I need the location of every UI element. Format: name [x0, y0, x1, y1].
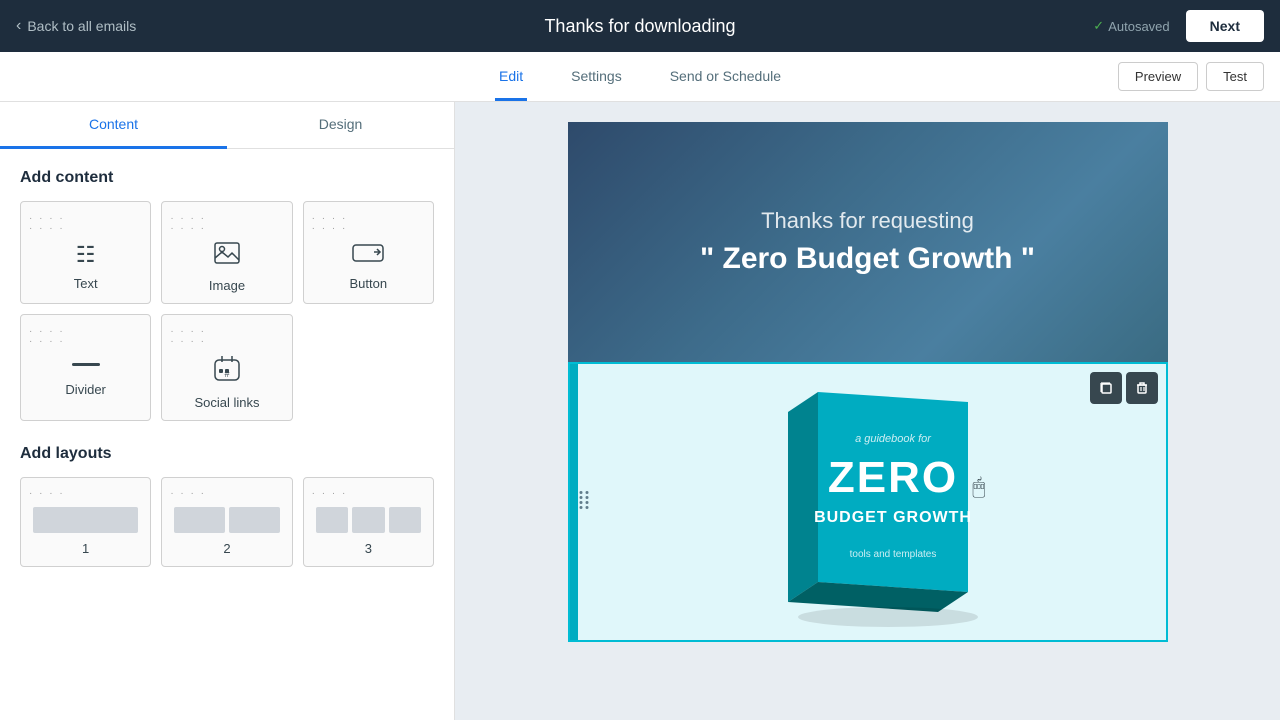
top-nav: ‹ Back to all emails Thanks for download…	[0, 0, 1280, 52]
layout-label-2: 2	[223, 541, 230, 556]
divider-icon	[72, 363, 100, 366]
panel-tabs: Content Design	[0, 102, 454, 149]
social-icon: #	[214, 355, 240, 387]
email-title: Thanks for downloading	[544, 16, 735, 37]
teal-bar	[570, 364, 578, 640]
text-icon: ☷	[76, 242, 96, 268]
book-illustration: a guidebook for ZERO BUDGET GROWTH tools…	[728, 372, 1008, 632]
svg-text:#: #	[224, 369, 229, 379]
panel-tab-content[interactable]: Content	[0, 102, 227, 149]
tab-settings[interactable]: Settings	[567, 54, 626, 101]
block-toolbar	[1090, 372, 1158, 404]
layout-label-3: 3	[365, 541, 372, 556]
col	[316, 507, 348, 533]
drag-dots: · · · ·· · · ·	[29, 214, 65, 234]
banner-block[interactable]: Thanks for requesting " Zero Budget Grow…	[568, 122, 1168, 362]
svg-text:BUDGET GROWTH: BUDGET GROWTH	[814, 509, 972, 526]
check-icon: ✓	[1093, 18, 1104, 34]
tab-bar: Edit Settings Send or Schedule Preview T…	[0, 52, 1280, 102]
main-layout: Content Design Add content · · · ·· · · …	[0, 102, 1280, 720]
add-layouts-title: Add layouts	[20, 445, 434, 463]
drag-dots: · · · ·· · · ·	[312, 214, 348, 234]
content-item-divider[interactable]: · · · ·· · · · Divider	[20, 314, 151, 421]
tab-edit[interactable]: Edit	[495, 54, 527, 101]
back-to-emails-link[interactable]: ‹ Back to all emails	[16, 17, 136, 35]
col	[174, 507, 225, 533]
layout-preview-2col	[170, 507, 283, 533]
layout-label-1: 1	[82, 541, 89, 556]
content-item-button[interactable]: · · · ·· · · · Button	[303, 201, 434, 304]
back-label: Back to all emails	[27, 18, 136, 34]
panel-tab-design[interactable]: Design	[227, 102, 454, 149]
drag-dots: · · · ·	[29, 488, 65, 499]
content-item-text[interactable]: · · · ·· · · · ☷ Text	[20, 201, 151, 304]
back-chevron-icon: ‹	[16, 17, 21, 35]
left-panel: Content Design Add content · · · ·· · · …	[0, 102, 455, 720]
text-label: Text	[74, 276, 98, 291]
test-button[interactable]: Test	[1206, 62, 1264, 91]
autosaved-indicator: ✓ Autosaved	[1093, 18, 1169, 34]
preview-button[interactable]: Preview	[1118, 62, 1198, 91]
col	[389, 507, 421, 533]
drag-dots: · · · ·	[312, 488, 348, 499]
duplicate-button[interactable]	[1090, 372, 1122, 404]
col	[33, 507, 138, 533]
svg-text:a guidebook for: a guidebook for	[855, 433, 932, 445]
layout-item-2col[interactable]: · · · · 2	[161, 477, 292, 567]
tab-actions: Preview Test	[1118, 62, 1264, 91]
book-block[interactable]: a guidebook for ZERO BUDGET GROWTH tools…	[568, 362, 1168, 642]
col	[352, 507, 384, 533]
canvas-area: Thanks for requesting " Zero Budget Grow…	[455, 102, 1280, 720]
drag-dots: · · · ·· · · ·	[170, 327, 206, 347]
content-item-social[interactable]: · · · ·· · · · # Social links	[161, 314, 292, 421]
layout-preview-1col	[29, 507, 142, 533]
next-button[interactable]: Next	[1186, 10, 1264, 42]
svg-text:tools and templates: tools and templates	[849, 549, 936, 560]
drag-handle-icon[interactable]	[578, 490, 590, 515]
top-right-actions: ✓ Autosaved Next	[1093, 10, 1264, 42]
layout-item-1col[interactable]: · · · · 1	[20, 477, 151, 567]
banner-title: " Zero Budget Growth "	[700, 242, 1035, 276]
image-icon	[214, 242, 240, 270]
col	[229, 507, 280, 533]
panel-body: Add content · · · ·· · · · ☷ Text · · · …	[0, 149, 454, 587]
drag-dots: · · · ·· · · ·	[170, 214, 206, 234]
drag-dots: · · · ·	[170, 488, 206, 499]
banner-subtitle: Thanks for requesting	[761, 208, 974, 234]
drag-dots: · · · ·· · · ·	[29, 327, 65, 347]
autosaved-label: Autosaved	[1108, 19, 1169, 34]
image-label: Image	[209, 278, 245, 293]
button-label: Button	[350, 276, 388, 291]
email-canvas: Thanks for requesting " Zero Budget Grow…	[568, 122, 1168, 642]
tab-send-schedule[interactable]: Send or Schedule	[666, 54, 785, 101]
social-label: Social links	[194, 395, 259, 410]
layout-preview-3col	[312, 507, 425, 533]
divider-label: Divider	[65, 382, 105, 397]
layout-item-3col[interactable]: · · · · 3	[303, 477, 434, 567]
main-tabs: Edit Settings Send or Schedule	[495, 54, 785, 100]
button-icon	[352, 242, 384, 268]
layouts-grid: · · · · 1 · · · · 2 ·	[20, 477, 434, 567]
content-item-image[interactable]: · · · ·· · · · Image	[161, 201, 292, 304]
content-items-grid: · · · ·· · · · ☷ Text · · · ·· · · · Im	[20, 201, 434, 421]
add-content-title: Add content	[20, 169, 434, 187]
svg-text:ZERO: ZERO	[827, 453, 957, 502]
delete-button[interactable]	[1126, 372, 1158, 404]
